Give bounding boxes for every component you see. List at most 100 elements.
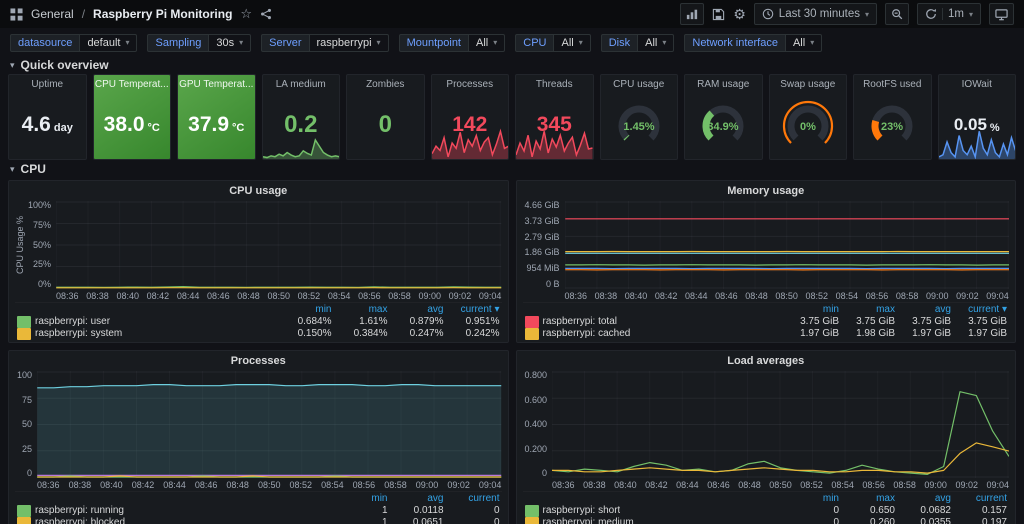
legend-series[interactable]: raspberrypi: system (17, 328, 276, 340)
variable-label: Mountpoint (399, 34, 468, 52)
variable-value-dropdown[interactable]: All▾ (785, 34, 822, 52)
y-tick-labels: 4.66 GiB3.73 GiB2.79 GiB1.86 GiB954 MiB0… (523, 201, 565, 289)
panel-title[interactable]: CPU usage (15, 181, 502, 201)
y-tick-label: 0.600 (525, 396, 548, 405)
legend-series[interactable]: raspberrypi: running (17, 505, 332, 517)
legend-column-min[interactable]: min (332, 493, 388, 505)
legend: minmaxavgcurrent ▾ raspberrypi: total3.75… (523, 302, 1010, 342)
legend-series[interactable]: raspberrypi: cached (525, 328, 784, 340)
variable-value-dropdown[interactable]: All▾ (553, 34, 590, 52)
x-tick-label: 08:44 (676, 480, 699, 490)
panel-title[interactable]: CPU Temperat... (94, 75, 171, 90)
plot-area (552, 371, 1009, 478)
variable-value-dropdown[interactable]: default▾ (79, 34, 137, 52)
panel-title[interactable]: CPU usage (601, 75, 678, 90)
y-tick-labels: 1007550250 (15, 371, 37, 478)
panel-title[interactable]: Load averages (523, 351, 1010, 371)
panel-title[interactable]: LA medium (263, 75, 340, 90)
variable-value-dropdown[interactable]: All▾ (468, 34, 505, 52)
legend-series[interactable]: raspberrypi: medium (525, 517, 784, 524)
panel-title[interactable]: Memory usage (523, 181, 1010, 201)
legend-column-avg[interactable]: avg (895, 493, 951, 505)
svg-text:23%: 23% (881, 121, 903, 133)
legend-column-current[interactable]: current ▾ (951, 304, 1007, 316)
stat-panel-swap-usage: Swap usage0% (769, 74, 848, 160)
refresh-picker[interactable]: 1m ▾ (917, 3, 981, 25)
legend-column-current[interactable]: current (444, 493, 500, 505)
legend-column-min[interactable]: min (783, 493, 839, 505)
variable-cpu: CPUAll▾ (515, 34, 590, 52)
variable-label: Network interface (684, 34, 785, 52)
x-tick-label: 08:50 (769, 480, 792, 490)
panel-title[interactable]: RootFS used (854, 75, 931, 90)
legend-series[interactable]: raspberrypi: user (17, 316, 276, 328)
x-tick-label: 08:44 (163, 480, 186, 490)
legend-column-avg[interactable]: avg (388, 493, 444, 505)
refresh-interval-label: 1m (948, 8, 964, 20)
x-tick-label: 09:00 (924, 480, 947, 490)
legend-column-max[interactable]: max (839, 304, 895, 316)
save-dashboard-icon[interactable] (712, 8, 725, 21)
legend-column-min[interactable]: min (783, 304, 839, 316)
variable-value-dropdown[interactable]: All▾ (637, 34, 674, 52)
breadcrumb: General / Raspberry Pi Monitoring ☆ (10, 6, 272, 22)
time-range-picker[interactable]: Last 30 minutes ▾ (754, 3, 877, 25)
legend-column-max[interactable]: max (332, 304, 388, 316)
legend-value: 1.98 GiB (839, 328, 895, 340)
legend-column-avg[interactable]: avg (388, 304, 444, 316)
settings-icon[interactable]: ⚙ (733, 6, 746, 23)
y-tick-label: 2.79 GiB (525, 233, 560, 242)
svg-text:34.9%: 34.9% (708, 121, 739, 133)
x-tick-label: 08:40 (625, 291, 648, 301)
y-tick-label: 1.86 GiB (525, 248, 560, 257)
chevron-down-icon: ▾ (579, 38, 583, 47)
legend-column-current[interactable]: current ▾ (444, 304, 500, 316)
variable-label: datasource (10, 34, 79, 52)
add-panel-button[interactable] (680, 3, 704, 25)
zoom-out-button[interactable] (885, 3, 909, 25)
legend-column-min[interactable]: min (276, 304, 332, 316)
y-tick-label: 100% (28, 201, 51, 210)
legend-value: 0.684% (276, 316, 332, 328)
x-tick-label: 08:48 (237, 291, 260, 301)
x-axis: 08:3608:3808:4008:4208:4408:4608:4808:50… (37, 478, 501, 491)
legend-value: 0.247% (388, 328, 444, 340)
row-header-quick-overview[interactable]: ▾ Quick overview (0, 56, 1024, 74)
x-tick-label: 08:36 (56, 291, 79, 301)
series-color-swatch (17, 328, 31, 340)
legend-value: 0.150% (276, 328, 332, 340)
variable-value-dropdown[interactable]: raspberrypi▾ (309, 34, 389, 52)
panel-title[interactable]: Zombies (347, 75, 424, 90)
breadcrumb-title[interactable]: Raspberry Pi Monitoring (93, 7, 232, 21)
panel-title[interactable]: Threads (516, 75, 593, 90)
legend-series[interactable]: raspberrypi: short (525, 505, 784, 517)
panel-title[interactable]: GPU Temperat... (178, 75, 255, 90)
template-variables-bar: datasourcedefault▾Sampling30s▾Serverrasp… (0, 28, 1024, 56)
panel-title[interactable]: Swap usage (770, 75, 847, 90)
x-tick-label: 08:40 (100, 480, 123, 490)
legend-value: 0.384% (332, 328, 388, 340)
variable-value-dropdown[interactable]: 30s▾ (208, 34, 251, 52)
clock-icon (762, 8, 774, 20)
x-tick-label: 08:56 (358, 291, 381, 301)
x-axis: 08:3608:3808:4008:4208:4408:4608:4808:50… (56, 289, 501, 302)
legend-value: 3.75 GiB (783, 316, 839, 328)
panel-title[interactable]: Uptime (9, 75, 86, 90)
panel-title[interactable]: IOWait (939, 75, 1016, 90)
panel-title[interactable]: Processes (432, 75, 509, 90)
legend-series[interactable]: raspberrypi: blocked (17, 517, 332, 524)
panel-memory-usage: Memory usage4.66 GiB3.73 GiB2.79 GiB1.86… (516, 180, 1017, 343)
panel-title[interactable]: Processes (15, 351, 502, 371)
legend-column-current[interactable]: current (951, 493, 1007, 505)
dashboards-grid-icon[interactable] (10, 8, 23, 21)
row-header-cpu[interactable]: ▾ CPU (0, 160, 1024, 178)
legend-column-avg[interactable]: avg (895, 304, 951, 316)
cycle-view-button[interactable] (989, 3, 1014, 25)
breadcrumb-section[interactable]: General (31, 7, 74, 21)
legend-series[interactable]: raspberrypi: total (525, 316, 784, 328)
panel-title[interactable]: RAM usage (685, 75, 762, 90)
star-icon[interactable]: ☆ (240, 6, 252, 22)
share-icon[interactable] (260, 8, 272, 20)
legend-column-max[interactable]: max (839, 493, 895, 505)
x-tick-label: 08:52 (800, 480, 823, 490)
